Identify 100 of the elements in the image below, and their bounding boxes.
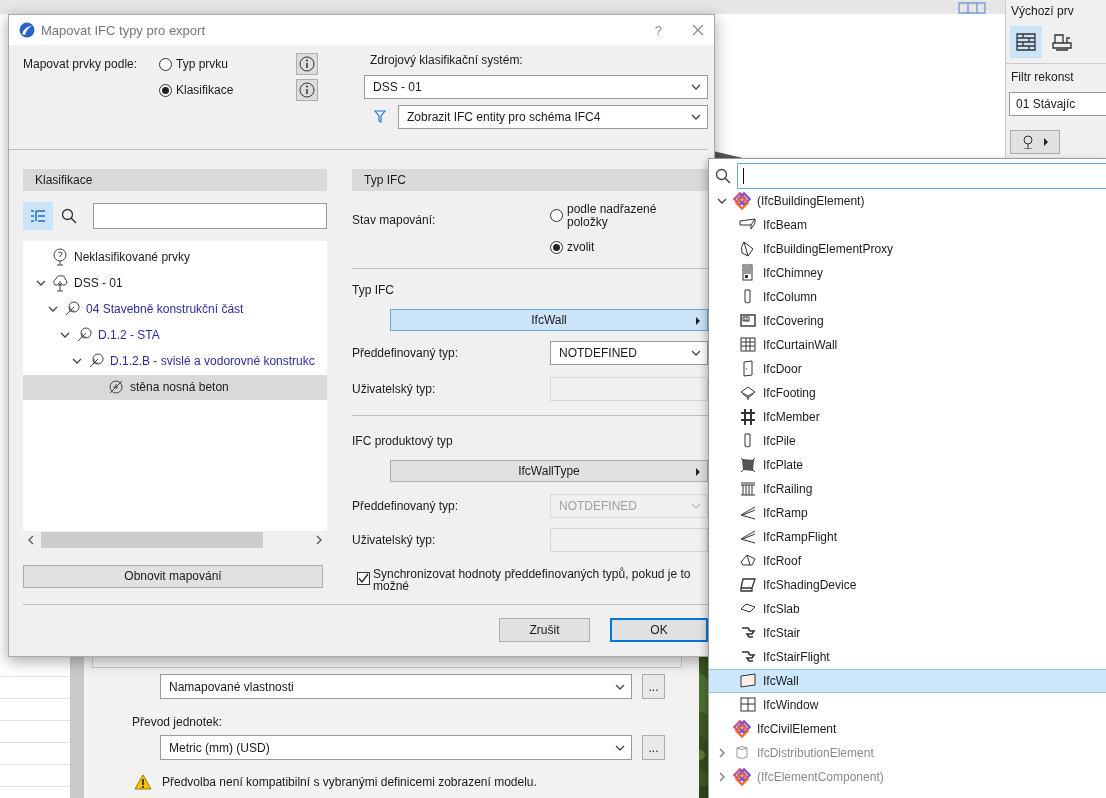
info-button[interactable] xyxy=(296,53,318,76)
help-button[interactable]: ? xyxy=(654,22,662,38)
dropdown[interactable]: Zobrazit IFC entity pro schéma IFC4 xyxy=(398,105,708,130)
radio-button[interactable]: Klasifikace xyxy=(159,83,234,98)
field-label: Převod jednotek: xyxy=(132,715,224,729)
list-item[interactable]: IfcStair xyxy=(709,621,1106,645)
search-icon xyxy=(715,167,731,184)
tree-item[interactable]: D.1.2.B - svislé a vodorovné konstrukc xyxy=(23,348,327,374)
info-button[interactable] xyxy=(296,79,318,102)
list-item[interactable]: IfcShadingDevice xyxy=(709,573,1106,597)
dropdown[interactable]: 01 Stávajíc xyxy=(1009,92,1106,116)
info-icon xyxy=(299,56,315,73)
list-item[interactable]: IfcMember xyxy=(709,405,1106,429)
checkbox[interactable]: Synchronizovat hodnoty předdefinovaných typů, pokud je to možné xyxy=(352,567,708,592)
list-item[interactable]: IfcPlate xyxy=(709,453,1106,477)
list-item[interactable]: IfcBeam xyxy=(709,213,1106,237)
field-label: Filtr rekonst xyxy=(1010,69,1075,86)
toolbar-button[interactable] xyxy=(1010,25,1042,58)
building-element-icon xyxy=(733,768,751,786)
list-item[interactable]: IfcColumn xyxy=(709,285,1106,309)
list-item[interactable]: IfcBuildingElementProxy xyxy=(709,237,1106,261)
railing-icon xyxy=(739,480,757,498)
list-item[interactable]: IfcFooting xyxy=(709,381,1106,405)
tree-view-button[interactable] xyxy=(23,201,53,230)
search-field[interactable] xyxy=(93,202,327,229)
list-item[interactable]: IfcDoor xyxy=(709,357,1106,381)
window-title: Mapovat IFC typy pro export xyxy=(41,22,206,38)
list-item[interactable]: IfcRamp xyxy=(709,501,1106,525)
dialog-button[interactable]: Zrušit xyxy=(499,618,590,643)
dropdown[interactable]: Namapované vlastnosti xyxy=(160,674,632,699)
building-element-icon xyxy=(733,720,751,738)
dialog-button[interactable]: OK xyxy=(610,618,708,643)
brick-wall-icon xyxy=(1015,30,1037,53)
radio-button[interactable]: zvolit xyxy=(550,240,695,254)
warning-icon xyxy=(134,774,152,790)
wall-icon xyxy=(739,672,757,690)
ifc-product-type-button[interactable]: IfcWallType xyxy=(390,459,708,482)
list-item[interactable]: IfcRoof xyxy=(709,549,1106,573)
list-item[interactable]: IfcCovering xyxy=(709,309,1106,333)
field-label: Předdefinovaný typ: xyxy=(352,345,460,360)
field-label: Stav mapování: xyxy=(352,211,437,227)
field-label: Zdrojový klasifikační systém: xyxy=(369,53,524,70)
chevron-left-icon xyxy=(27,534,35,545)
field-label: Mapovat prvky podle: xyxy=(23,56,139,74)
tree-item[interactable]: D.1.2 - STA xyxy=(23,322,327,348)
tree-item[interactable]: 04 Stavebně konstrukční část xyxy=(23,296,327,322)
tool-button[interactable] xyxy=(1010,130,1060,154)
tree-item[interactable]: stěna nosná beton xyxy=(23,374,327,400)
list-item[interactable]: (IfcBuildingElement) xyxy=(709,189,1106,213)
list-item[interactable]: IfcRampFlight xyxy=(709,525,1106,549)
covering-icon xyxy=(739,312,757,330)
close-icon xyxy=(692,24,704,37)
section-label: IFC produktový typ xyxy=(352,433,454,448)
panel-header: Klasifikace xyxy=(23,168,327,191)
window-icon xyxy=(739,696,757,714)
section-label: Typ IFC xyxy=(352,282,395,297)
member-icon xyxy=(739,408,757,426)
list-item[interactable]: IfcCivilElement xyxy=(709,717,1106,741)
more-button[interactable]: ... xyxy=(642,674,665,699)
list-item[interactable]: IfcWall xyxy=(709,669,1106,693)
info-icon xyxy=(299,82,315,99)
input-field[interactable] xyxy=(550,527,708,552)
app-logo-icon xyxy=(19,22,35,39)
curtain-wall-icon xyxy=(739,336,757,354)
cylinder-icon xyxy=(733,744,751,762)
radio-button[interactable]: Typ prvku xyxy=(159,57,229,72)
warning-text: Předvolba není kompatibilní s vybranými definicemi zobrazení modelu. xyxy=(162,775,537,789)
layout-icon xyxy=(958,2,986,14)
field-label: Uživatelský typ: xyxy=(352,532,437,547)
dropdown[interactable]: Metric (mm) (USD) xyxy=(160,735,632,760)
field-label: Uživatelský typ: xyxy=(352,381,437,396)
list-item[interactable]: IfcCurtainWall xyxy=(709,333,1106,357)
shading-device-icon xyxy=(739,576,757,594)
search-field[interactable] xyxy=(737,162,1106,189)
list-item[interactable]: IfcWindow xyxy=(709,693,1106,717)
list-item[interactable]: IfcSlab xyxy=(709,597,1106,621)
list-item[interactable]: IfcStairFlight xyxy=(709,645,1106,669)
check-icon xyxy=(358,572,369,584)
building-element-icon xyxy=(733,192,751,210)
tree-item[interactable]: DSS - 01 xyxy=(23,270,327,296)
refresh-mapping-button[interactable]: Obnovit mapování xyxy=(23,564,323,588)
close-button[interactable] xyxy=(692,24,704,37)
panel-header: Typ IFC xyxy=(352,168,708,191)
plate-icon xyxy=(739,456,757,474)
triangle-right-icon xyxy=(695,316,701,325)
search-icon xyxy=(61,207,77,224)
crossed-leaf-icon xyxy=(107,378,125,397)
list-item[interactable]: IfcPile xyxy=(709,429,1106,453)
list-tree-icon xyxy=(30,208,46,223)
more-button[interactable]: ... xyxy=(642,735,665,760)
input-field[interactable] xyxy=(550,376,708,401)
dropdown[interactable]: NOTDEFINED xyxy=(550,340,708,365)
list-item[interactable]: IfcChimney xyxy=(709,261,1106,285)
radio-button[interactable]: podle nadřazené položky xyxy=(550,202,695,229)
tree-item[interactable]: Neklasifikované prvky xyxy=(23,244,327,270)
triangle-right-icon xyxy=(1043,138,1049,146)
filter-icon xyxy=(374,110,386,125)
list-item[interactable]: IfcRailing xyxy=(709,477,1106,501)
ifc-type-button[interactable]: IfcWall xyxy=(390,308,708,331)
dropdown[interactable]: DSS - 01 xyxy=(364,75,708,100)
